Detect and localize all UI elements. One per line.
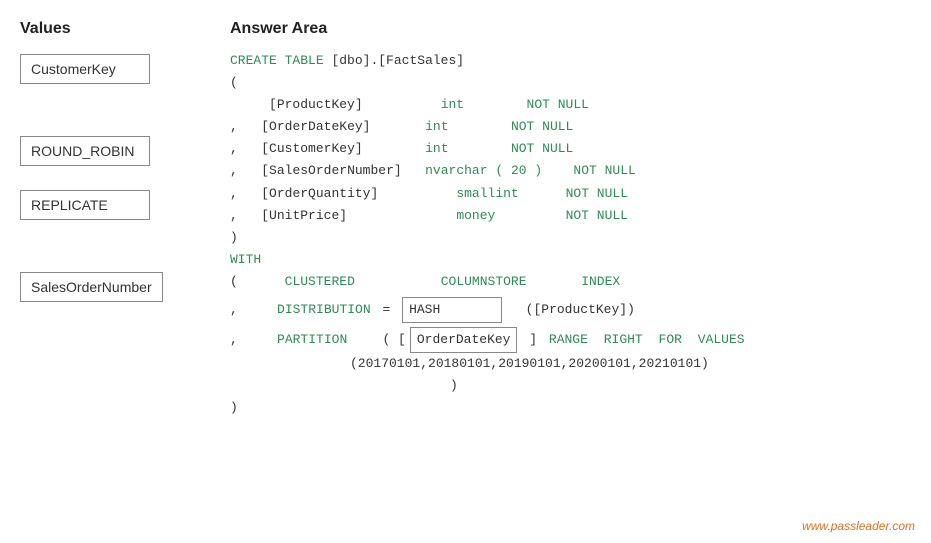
list-item[interactable]: CustomerKey — [20, 54, 150, 84]
col-comma: , — [230, 163, 238, 178]
right-panel: Answer Area CREATE TABLE [dbo].[FactSale… — [220, 20, 911, 523]
col-comma: , — [230, 141, 238, 156]
final-close-paren-line: ) — [230, 397, 911, 419]
table-keyword: TABLE — [285, 53, 324, 68]
partition-value-box[interactable]: OrderDateKey — [410, 327, 518, 353]
index-keyword: INDEX — [581, 274, 620, 289]
list-item[interactable]: REPLICATE — [20, 190, 150, 220]
distribution-keyword: DISTRIBUTION — [277, 299, 371, 321]
col-name: [UnitPrice] — [261, 208, 347, 223]
col-comma: , — [230, 186, 238, 201]
col-constraint: NOT NULL — [566, 208, 628, 223]
create-table-line: CREATE TABLE [dbo].[FactSales] — [230, 50, 911, 72]
table-name: [dbo].[FactSales] — [331, 53, 464, 68]
col-constraint: NOT NULL — [511, 119, 573, 134]
column-row-2: , [OrderDateKey] int NOT NULL — [230, 116, 911, 138]
list-item[interactable]: ROUND_ROBIN — [20, 136, 150, 166]
code-block: CREATE TABLE [dbo].[FactSales] ( [Produc… — [230, 50, 911, 420]
col-constraint: NOT NULL — [511, 141, 573, 156]
column-row-6: , [UnitPrice] money NOT NULL — [230, 205, 911, 227]
col-type: nvarchar ( 20 ) — [425, 163, 542, 178]
values-keyword: VALUES — [698, 329, 745, 351]
col-constraint: NOT NULL — [527, 97, 589, 112]
open-paren-line: ( — [230, 72, 911, 94]
clustered-line: ( CLUSTERED COLUMNSTORE INDEX — [230, 271, 911, 293]
list-item[interactable]: SalesOrderNumber — [20, 272, 163, 302]
col-name: [CustomerKey] — [261, 141, 362, 156]
col-type: int — [425, 141, 448, 156]
col-name: [SalesOrderNumber] — [261, 163, 401, 178]
col-comma: , — [230, 119, 238, 134]
partition-values-line: (20170101,20180101,20190101,20200101,202… — [230, 353, 911, 375]
part-comma: , — [230, 329, 238, 351]
watermark: www.passleader.com — [802, 519, 915, 533]
for-keyword: FOR — [659, 329, 682, 351]
column-row-4: , [SalesOrderNumber] nvarchar ( 20 ) NOT… — [230, 160, 911, 182]
col-type: int — [425, 119, 448, 134]
dist-comma: , — [230, 299, 238, 321]
with-keyword: WITH — [230, 252, 261, 267]
partition-close-paren-line: ) — [230, 375, 911, 397]
clustered-keyword: CLUSTERED — [285, 274, 355, 289]
column-row-1: [ProductKey] int NOT NULL — [230, 94, 911, 116]
col-name: [OrderQuantity] — [261, 186, 378, 201]
columnstore-keyword: COLUMNSTORE — [441, 274, 527, 289]
with-line: WITH — [230, 249, 911, 271]
range-keyword: RANGE — [549, 329, 588, 351]
col-type: smallint — [456, 186, 518, 201]
partition-keyword: PARTITION — [277, 329, 347, 351]
partition-values: (20170101,20180101,20190101,20200101,202… — [350, 356, 709, 371]
close-paren-line: ) — [230, 227, 911, 249]
left-panel: Values CustomerKey ROUND_ROBIN REPLICATE… — [20, 20, 220, 523]
col-comma: , — [230, 208, 238, 223]
right-keyword: RIGHT — [604, 329, 643, 351]
col-type: int — [441, 97, 464, 112]
col-name: [OrderDateKey] — [261, 119, 370, 134]
distribution-value-box[interactable]: HASH — [402, 297, 502, 323]
left-heading: Values — [20, 20, 200, 38]
col-constraint: NOT NULL — [573, 163, 635, 178]
right-heading: Answer Area — [230, 20, 911, 38]
create-keyword: CREATE — [230, 53, 277, 68]
col-name: [ProductKey] — [269, 97, 363, 112]
distribution-line: , DISTRIBUTION = HASH ([ProductKey]) — [230, 297, 911, 323]
col-type: money — [456, 208, 495, 223]
col-constraint: NOT NULL — [566, 186, 628, 201]
distribution-suffix: ([ProductKey]) — [526, 299, 635, 321]
column-row-5: , [OrderQuantity] smallint NOT NULL — [230, 183, 911, 205]
partition-line: , PARTITION ( [ OrderDateKey ] RANGE RIG… — [230, 327, 911, 353]
col-indent — [230, 97, 261, 112]
column-row-3: , [CustomerKey] int NOT NULL — [230, 138, 911, 160]
